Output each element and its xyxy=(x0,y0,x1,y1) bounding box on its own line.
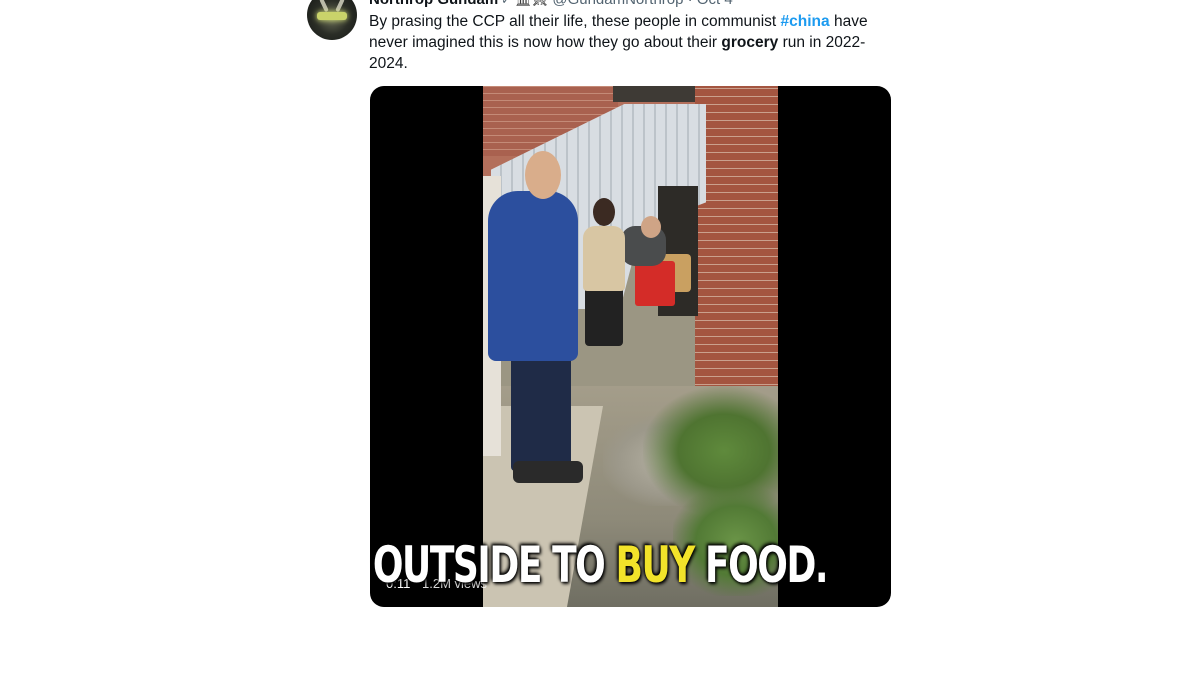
tweet-text-part1: By prasing the CCP all their life, these… xyxy=(369,13,781,30)
tweet-header: Northrop Gundam✓🏛⚔ @GundamNorthrop · Oct… xyxy=(369,0,733,9)
caption-part2: FOOD. xyxy=(693,536,829,594)
scene-man-shoes xyxy=(513,461,583,483)
caption-part1: OUTSIDE TO xyxy=(372,536,616,594)
scene-woman-head xyxy=(593,198,615,226)
handle[interactable]: @GundamNorthrop xyxy=(552,0,683,8)
avatar-visor xyxy=(317,12,347,20)
more-icon[interactable]: ··· xyxy=(876,0,893,6)
scene-man-blue-jacket xyxy=(488,191,578,361)
scene-woman-legs xyxy=(585,286,623,346)
hashtag-link[interactable]: #china xyxy=(781,13,830,30)
emoji-icon: 🏛⚔ xyxy=(515,0,548,9)
video-frame xyxy=(483,86,778,607)
scene-red-bucket xyxy=(635,261,675,306)
scene-man-head xyxy=(525,151,561,199)
scene-man-legs xyxy=(511,351,571,471)
video-caption: OUTSIDE TO BUY FOOD. xyxy=(168,533,1032,597)
display-name[interactable]: Northrop Gundam xyxy=(369,0,498,8)
avatar-horn-left xyxy=(319,0,329,13)
avatar[interactable] xyxy=(307,0,357,40)
tweet-text: By prasing the CCP all their life, these… xyxy=(369,11,889,74)
bold-word: grocery xyxy=(721,34,779,51)
verified-icon: ✓ xyxy=(501,0,512,7)
scene-person-bent-head xyxy=(641,216,661,238)
video-player[interactable]: 0:11 1.2M views xyxy=(370,86,891,607)
scene-woman-top xyxy=(583,226,625,291)
caption-highlight: BUY xyxy=(615,536,695,594)
avatar-horn-right xyxy=(335,0,345,13)
scene-brick-wall-right xyxy=(695,86,778,416)
tweet-date[interactable]: Oct 4 xyxy=(697,0,733,8)
separator-dot: · xyxy=(688,0,693,8)
